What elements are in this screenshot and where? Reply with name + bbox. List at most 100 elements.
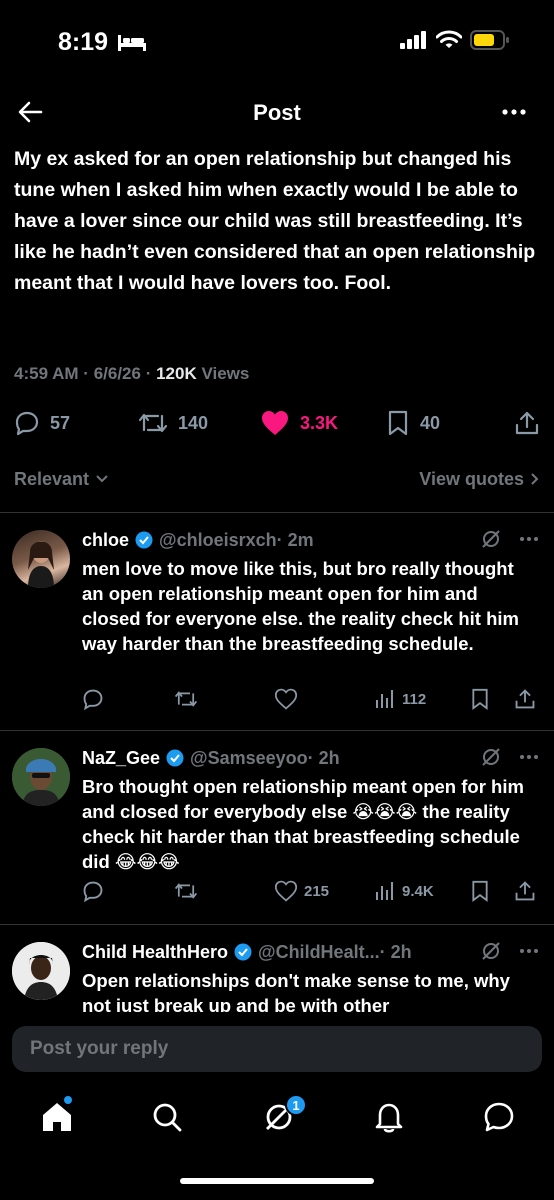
grok-icon[interactable]: [480, 528, 502, 550]
reply-time: · 2h: [307, 747, 340, 768]
post-actions: 57 140 3.3K 40: [14, 406, 540, 440]
reply-item[interactable]: chloe @chloeisrxch · 2m men love to move…: [0, 526, 554, 726]
post-meta: 4:59 AM · 6/6/26 · 120K Views: [14, 364, 249, 384]
search-icon[interactable]: [150, 1100, 184, 1134]
views-button[interactable]: 9.4K: [374, 880, 434, 902]
wifi-icon: [436, 30, 462, 48]
reply-item[interactable]: NaZ_Gee @Samseeyoo · 2h Bro thought open…: [0, 744, 554, 920]
reply-author-handle[interactable]: @Samseeyoo: [190, 748, 308, 769]
share-button[interactable]: [514, 688, 536, 710]
post-date: 6/6/26: [93, 364, 141, 383]
grok-icon[interactable]: [480, 940, 502, 962]
share-button[interactable]: [514, 410, 540, 436]
reply-time: · 2h: [379, 941, 412, 962]
more-options-icon[interactable]: [518, 940, 540, 962]
grok-icon[interactable]: [480, 746, 502, 768]
reply-author-handle[interactable]: @ChildHealt...: [258, 942, 380, 963]
like-count: 215: [304, 882, 330, 900]
divider: [0, 730, 554, 731]
reply-item[interactable]: Child HealthHero @ChildHealt... · 2h Ope…: [0, 938, 554, 1012]
chevron-right-icon: [531, 473, 539, 485]
reply-author-name[interactable]: Child HealthHero: [82, 942, 228, 963]
meta-separator: ·: [83, 364, 94, 383]
reply-icon: [83, 689, 103, 710]
more-options-icon[interactable]: [518, 746, 540, 768]
sleep-focus-icon: [118, 35, 146, 51]
home-indicator: [180, 1178, 374, 1184]
reply-text: Bro thought open relationship meant open…: [82, 776, 524, 872]
more-options-icon[interactable]: [500, 98, 528, 126]
sort-dropdown[interactable]: Relevant: [14, 469, 109, 490]
reply-icon: [83, 881, 103, 902]
reply-time: · 2m: [276, 529, 314, 550]
bookmark-count: 40: [420, 412, 441, 433]
home-unread-dot: [64, 1096, 72, 1104]
page-title: Post: [253, 100, 301, 125]
repost-button[interactable]: 140: [138, 410, 208, 436]
repost-icon: [174, 691, 198, 707]
messages-icon[interactable]: [482, 1100, 516, 1134]
analytics-icon: [376, 690, 393, 708]
repost-button[interactable]: [174, 880, 198, 902]
bookmark-button[interactable]: [470, 880, 490, 902]
divider: [0, 512, 554, 513]
repost-button[interactable]: [174, 688, 198, 710]
reply-header: NaZ_Gee @Samseeyoo · 2h: [82, 744, 544, 772]
reply-button[interactable]: [82, 880, 104, 902]
bookmark-icon: [472, 880, 488, 902]
bookmark-button[interactable]: [470, 688, 490, 710]
repost-count: 140: [178, 412, 209, 433]
notifications-bell-icon[interactable]: [372, 1100, 406, 1134]
reply-author-name[interactable]: chloe: [82, 530, 129, 551]
verified-badge-icon: [234, 943, 252, 961]
status-time: 8:19: [58, 28, 109, 56]
reply-header: Child HealthHero @ChildHealt... · 2h: [82, 938, 544, 966]
reply-header: chloe @chloeisrxch · 2m: [82, 526, 544, 554]
share-icon: [515, 689, 535, 709]
reply-author-name[interactable]: NaZ_Gee: [82, 748, 160, 769]
like-count: 3.3K: [300, 412, 339, 433]
analytics-icon: [376, 882, 393, 900]
views-button[interactable]: 112: [374, 688, 426, 710]
repost-icon: [138, 413, 168, 433]
repost-icon: [174, 883, 198, 899]
post-header: Post: [0, 88, 554, 140]
views-count: 9.4K: [402, 882, 434, 900]
heart-filled-icon: [262, 411, 288, 435]
views-count: 112: [402, 690, 427, 708]
heart-icon: [274, 880, 298, 902]
like-button[interactable]: 3.3K: [260, 409, 338, 437]
reply-composer-input[interactable]: Post your reply: [12, 1026, 542, 1072]
post-views-label: Views: [201, 364, 250, 383]
home-icon[interactable]: [40, 1100, 74, 1134]
verified-badge-icon: [166, 749, 184, 767]
replies-sort-row: Relevant View quotes: [14, 464, 540, 494]
bookmark-icon: [388, 410, 408, 436]
post-text: My ex asked for an open relationship but…: [14, 148, 536, 294]
reply-count: 57: [50, 412, 71, 433]
avatar[interactable]: [12, 748, 70, 806]
avatar[interactable]: [12, 530, 70, 588]
chevron-down-icon: [96, 475, 108, 483]
like-button[interactable]: [274, 688, 304, 710]
reply-actions: 215 9.4K: [82, 880, 540, 908]
avatar[interactable]: [12, 942, 70, 1000]
post-views-count[interactable]: 120K: [156, 364, 197, 383]
bookmark-button[interactable]: 40: [386, 410, 440, 436]
reply-text: men love to move like this, but bro real…: [82, 558, 519, 654]
divider: [0, 924, 554, 925]
notification-badge: 1: [285, 1094, 307, 1116]
reply-button[interactable]: [82, 688, 104, 710]
status-bar: 8:19: [0, 0, 554, 88]
reply-icon: [15, 411, 39, 436]
bottom-nav: [0, 1090, 554, 1144]
share-icon: [515, 411, 539, 435]
more-options-icon[interactable]: [518, 528, 540, 550]
reply-button[interactable]: 57: [14, 410, 70, 436]
like-button[interactable]: 215: [274, 880, 329, 902]
share-button[interactable]: [514, 880, 536, 902]
post-time: 4:59 AM: [14, 364, 79, 383]
reply-author-handle[interactable]: @chloeisrxch: [159, 530, 277, 551]
view-quotes-link[interactable]: View quotes: [419, 469, 540, 490]
bookmark-icon: [472, 688, 488, 710]
